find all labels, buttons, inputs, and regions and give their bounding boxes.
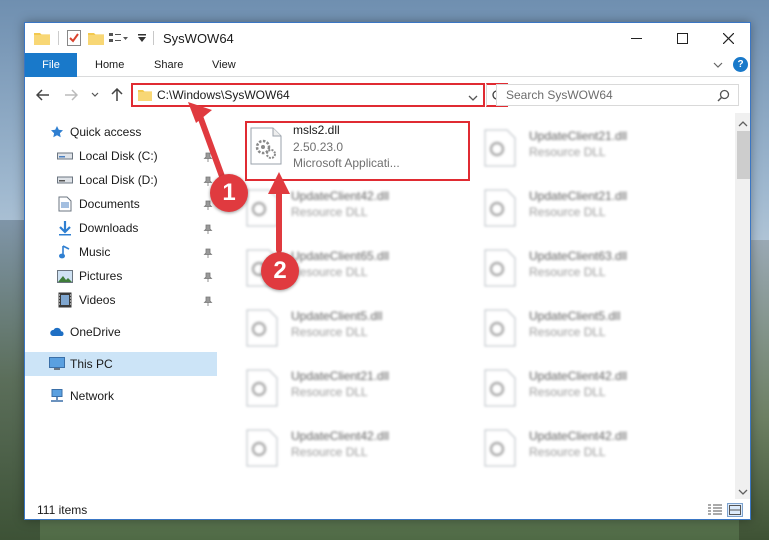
pin-icon[interactable] xyxy=(203,271,213,282)
back-icon[interactable] xyxy=(35,87,51,103)
status-bar: 111 items xyxy=(25,499,750,519)
details-view-icon[interactable] xyxy=(707,503,723,517)
scroll-thumb[interactable] xyxy=(737,131,750,179)
sidebar-item-local-disk-c[interactable]: Local Disk (C:) xyxy=(25,144,217,168)
pin-icon[interactable] xyxy=(203,295,213,306)
dll-file-icon xyxy=(245,369,279,407)
file-item[interactable]: UpdateClient21.dll Resource DLL xyxy=(483,181,713,237)
sidebar-item-music[interactable]: Music xyxy=(25,240,217,264)
dll-file-icon xyxy=(483,189,517,227)
explorer-window: SysWOW64 File Home Share View ? C:\Windo… xyxy=(24,22,751,520)
file-item[interactable]: UpdateClient5.dll Resource DLL xyxy=(483,301,713,357)
title-bar: SysWOW64 xyxy=(25,23,750,53)
file-item[interactable]: UpdateClient42.dll Resource DLL xyxy=(483,361,713,417)
star-icon xyxy=(49,124,65,140)
onedrive-icon xyxy=(49,324,65,340)
sidebar-item-pictures[interactable]: Pictures xyxy=(25,264,217,288)
sidebar-item-local-disk-d[interactable]: Local Disk (D:) xyxy=(25,168,217,192)
tab-share[interactable]: Share xyxy=(154,53,183,77)
sidebar-item-this-pc[interactable]: This PC xyxy=(25,352,217,376)
vertical-scrollbar[interactable] xyxy=(735,113,750,499)
drive-icon xyxy=(57,148,73,164)
navigation-pane: Quick access Local Disk (C:) Local Disk … xyxy=(25,113,221,499)
highlight-box-file xyxy=(245,121,470,181)
pictures-icon xyxy=(57,268,73,284)
sidebar-item-downloads[interactable]: Downloads xyxy=(25,216,217,240)
expand-ribbon-icon[interactable] xyxy=(711,58,725,72)
sidebar-item-documents[interactable]: Documents xyxy=(25,192,217,216)
folder-icon xyxy=(33,29,51,47)
drive-icon xyxy=(57,172,73,188)
help-button[interactable]: ? xyxy=(733,57,748,72)
pin-icon[interactable] xyxy=(203,247,213,258)
file-item[interactable]: UpdateClient21.dll Resource DLL xyxy=(483,121,713,177)
step-badge-2: 2 xyxy=(261,252,299,290)
folder-icon xyxy=(138,88,152,104)
forward-icon[interactable] xyxy=(63,87,79,103)
close-button[interactable] xyxy=(705,23,750,53)
file-item[interactable]: UpdateClient42.dll Resource DLL xyxy=(245,181,475,237)
sidebar-item-quick-access[interactable]: Quick access xyxy=(25,120,217,144)
dll-file-icon xyxy=(483,129,517,167)
documents-icon xyxy=(57,196,73,212)
music-icon xyxy=(57,244,73,260)
dll-file-icon xyxy=(483,249,517,287)
sidebar-item-onedrive[interactable]: OneDrive xyxy=(25,320,217,344)
file-item[interactable]: UpdateClient5.dll Resource DLL xyxy=(245,301,475,357)
address-bar[interactable]: C:\Windows\SysWOW64 xyxy=(131,83,485,107)
minimize-button[interactable] xyxy=(613,23,659,53)
up-icon[interactable] xyxy=(109,87,125,103)
customize-toolbar-icon[interactable] xyxy=(108,29,130,47)
dll-file-icon xyxy=(245,309,279,347)
dll-file-icon xyxy=(245,429,279,467)
navigation-bar: C:\Windows\SysWOW64 Search SysWOW64 xyxy=(25,78,750,112)
recent-locations-icon[interactable] xyxy=(89,87,101,103)
large-icons-view-icon[interactable] xyxy=(727,503,743,517)
search-icon[interactable] xyxy=(717,89,730,105)
pin-icon[interactable] xyxy=(203,151,213,162)
file-item[interactable]: UpdateClient21.dll Resource DLL xyxy=(245,361,475,417)
properties-icon[interactable] xyxy=(65,29,83,47)
item-count: 111 items xyxy=(37,503,88,517)
step-badge-1: 1 xyxy=(210,174,248,212)
file-item[interactable]: UpdateClient42.dll Resource DLL xyxy=(483,421,713,477)
tab-home[interactable]: Home xyxy=(95,53,124,77)
sidebar-item-videos[interactable]: Videos xyxy=(25,288,217,312)
file-item[interactable]: UpdateClient63.dll Resource DLL xyxy=(483,241,713,297)
tab-file[interactable]: File xyxy=(25,53,77,77)
file-list: msls2.dll 2.50.23.0 Microsoft Applicati.… xyxy=(221,113,734,499)
ribbon: File Home Share View ? xyxy=(25,53,750,77)
file-item[interactable]: UpdateClient42.dll Resource DLL xyxy=(245,421,475,477)
search-placeholder: Search SysWOW64 xyxy=(506,88,613,102)
dll-file-icon xyxy=(483,429,517,467)
scroll-down-icon[interactable] xyxy=(738,485,748,495)
scroll-up-icon[interactable] xyxy=(738,117,748,127)
sidebar-item-network[interactable]: Network xyxy=(25,384,217,408)
dll-file-icon xyxy=(483,309,517,347)
maximize-button[interactable] xyxy=(659,23,705,53)
new-folder-icon[interactable] xyxy=(87,29,105,47)
dll-file-icon xyxy=(245,189,279,227)
computer-icon xyxy=(49,356,65,372)
address-dropdown-icon[interactable] xyxy=(468,91,478,105)
search-input[interactable]: Search SysWOW64 xyxy=(496,84,739,106)
address-path: C:\Windows\SysWOW64 xyxy=(157,88,290,102)
tab-view[interactable]: View xyxy=(212,53,236,77)
videos-icon xyxy=(57,292,73,308)
pin-icon[interactable] xyxy=(203,223,213,234)
quick-access-dropdown-icon[interactable] xyxy=(135,29,149,47)
window-title: SysWOW64 xyxy=(163,31,234,46)
dll-file-icon xyxy=(483,369,517,407)
network-icon xyxy=(49,388,65,404)
downloads-icon xyxy=(57,220,73,236)
